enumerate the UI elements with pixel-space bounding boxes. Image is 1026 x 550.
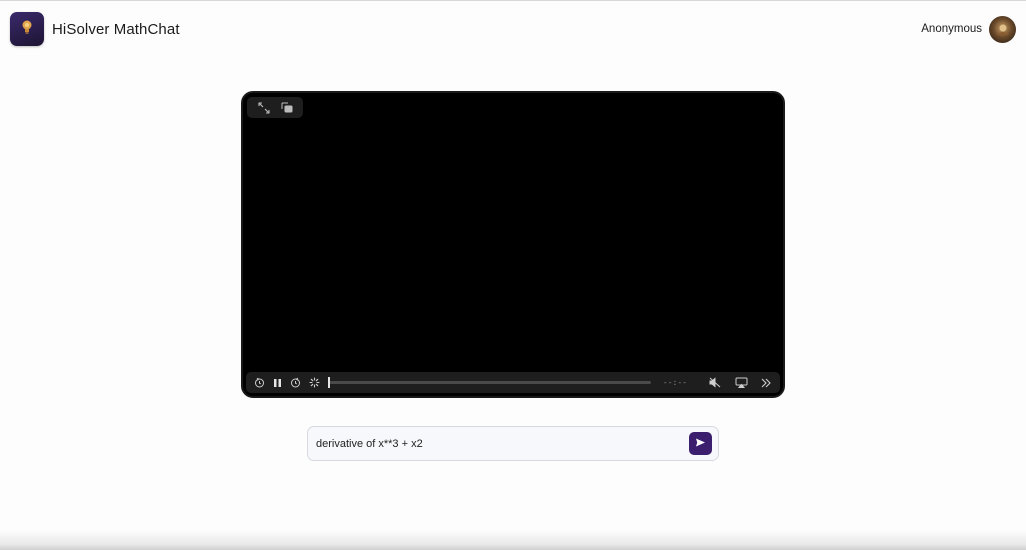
bottom-shadow bbox=[0, 530, 1026, 550]
player-control-bar: --:-- bbox=[246, 372, 780, 393]
loading-spinner-icon bbox=[309, 377, 320, 388]
send-icon bbox=[695, 436, 706, 451]
time-display: --:-- bbox=[662, 378, 687, 387]
chat-input[interactable] bbox=[316, 437, 689, 450]
app-title: HiSolver MathChat bbox=[52, 20, 180, 38]
chat-input-box bbox=[307, 426, 719, 461]
seek-handle[interactable] bbox=[328, 377, 330, 388]
mute-icon[interactable] bbox=[709, 377, 721, 388]
brand[interactable]: HiSolver MathChat bbox=[10, 12, 180, 46]
forward-icon[interactable] bbox=[290, 377, 301, 388]
app-logo bbox=[10, 12, 44, 46]
picture-in-picture-icon[interactable] bbox=[281, 102, 293, 113]
video-player[interactable]: --:-- bbox=[241, 91, 785, 398]
user-name: Anonymous bbox=[921, 23, 982, 35]
seek-bar[interactable] bbox=[328, 377, 651, 388]
lightbulb-icon bbox=[20, 19, 34, 40]
send-button[interactable] bbox=[689, 432, 712, 455]
more-icon[interactable] bbox=[760, 378, 772, 388]
fullscreen-icon[interactable] bbox=[257, 101, 270, 114]
top-bar: HiSolver MathChat Anonymous bbox=[0, 1, 1026, 57]
rewind-icon[interactable] bbox=[254, 377, 265, 388]
avatar-icon[interactable] bbox=[989, 15, 1016, 43]
pause-icon[interactable] bbox=[273, 378, 282, 388]
player-top-controls bbox=[247, 97, 303, 118]
user-menu[interactable]: Anonymous bbox=[921, 15, 1016, 43]
airplay-icon[interactable] bbox=[735, 377, 748, 388]
